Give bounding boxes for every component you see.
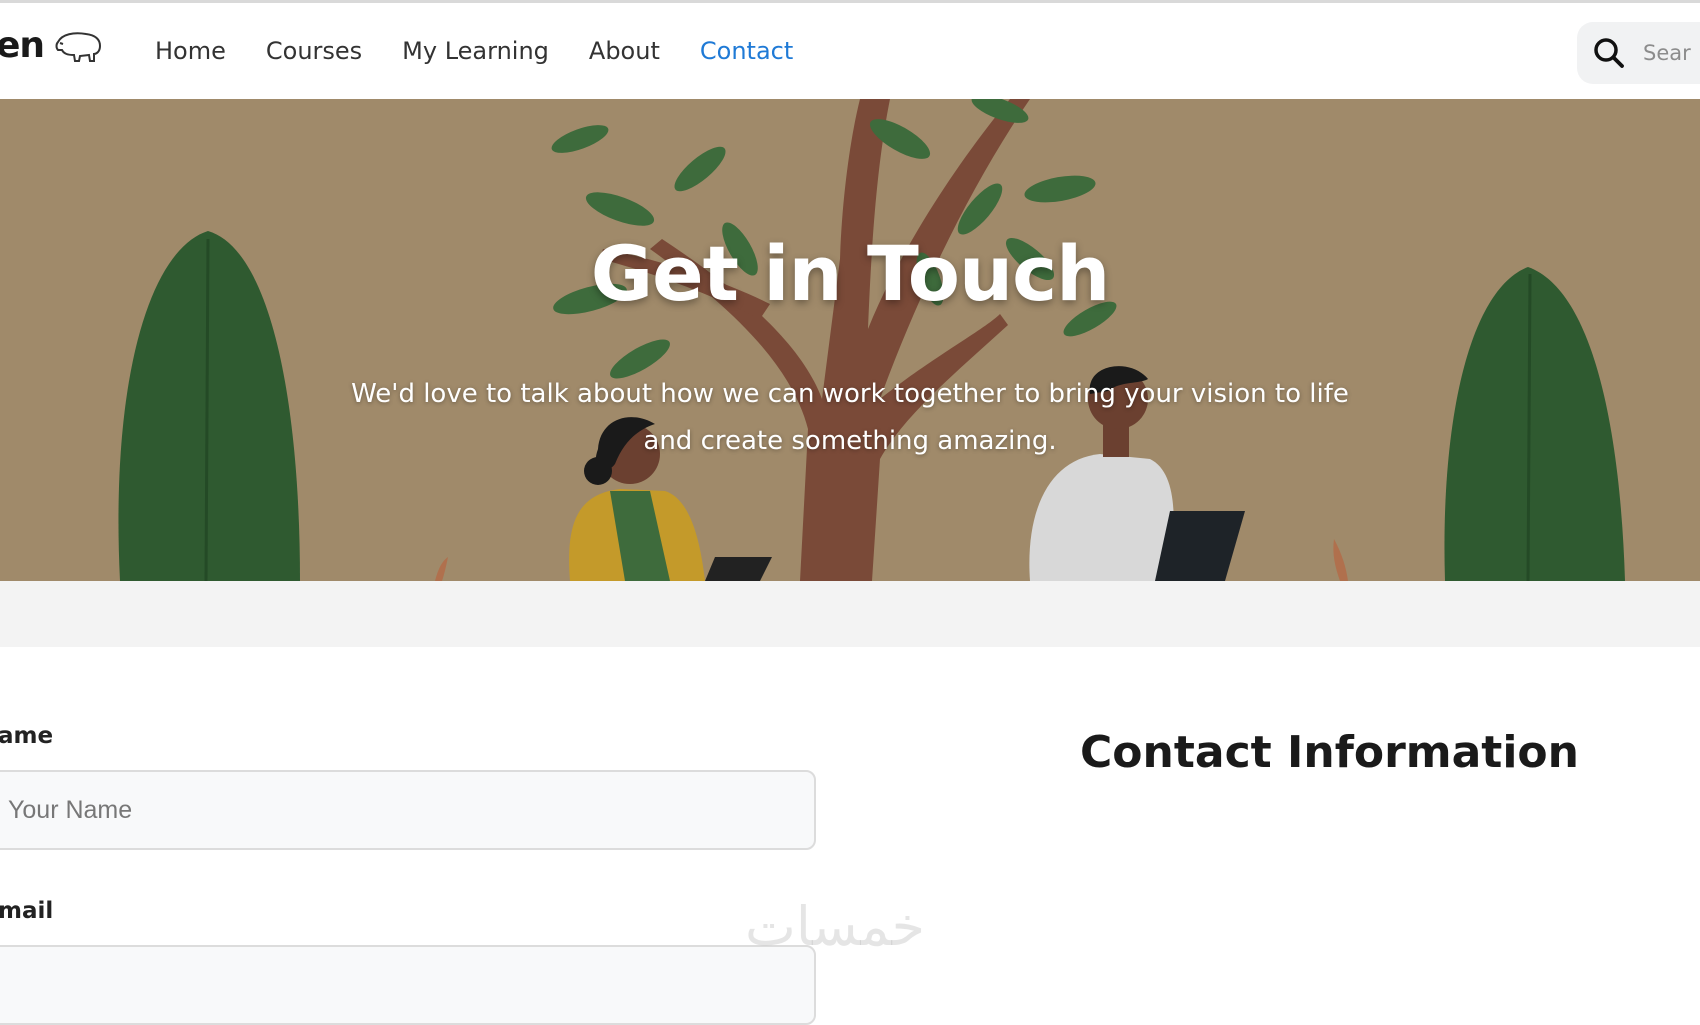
email-label: mail: [0, 898, 54, 924]
hero-subtitle: We'd love to talk about how we can work …: [351, 379, 1349, 456]
nav-home[interactable]: Home: [155, 37, 226, 65]
nav-about[interactable]: About: [589, 37, 660, 65]
contact-info-title: Contact Information: [1080, 727, 1579, 778]
search-icon[interactable]: [1593, 37, 1625, 69]
hero-illustration: [0, 99, 1700, 581]
brand-name: en: [0, 25, 45, 66]
watermark: خمسات: [745, 895, 926, 958]
name-input[interactable]: [0, 770, 816, 850]
email-input[interactable]: [0, 945, 816, 1025]
name-label: ame: [0, 723, 54, 749]
nav-contact[interactable]: Contact: [700, 37, 793, 65]
site-header: en Home Courses My Learning About Contac…: [0, 3, 1700, 99]
hero-title: Get in Touch: [590, 229, 1111, 318]
nav-courses[interactable]: Courses: [266, 37, 362, 65]
nav-my-learning[interactable]: My Learning: [402, 37, 549, 65]
search-box[interactable]: [1577, 22, 1700, 84]
section-divider: [0, 581, 1700, 647]
main-nav: Home Courses My Learning About Contact: [155, 37, 793, 65]
brand-logo[interactable]: en: [0, 25, 104, 66]
hero-banner: Get in Touch We'd love to talk about how…: [0, 99, 1700, 581]
bear-icon: [55, 31, 102, 62]
search-input[interactable]: [1641, 40, 1700, 66]
